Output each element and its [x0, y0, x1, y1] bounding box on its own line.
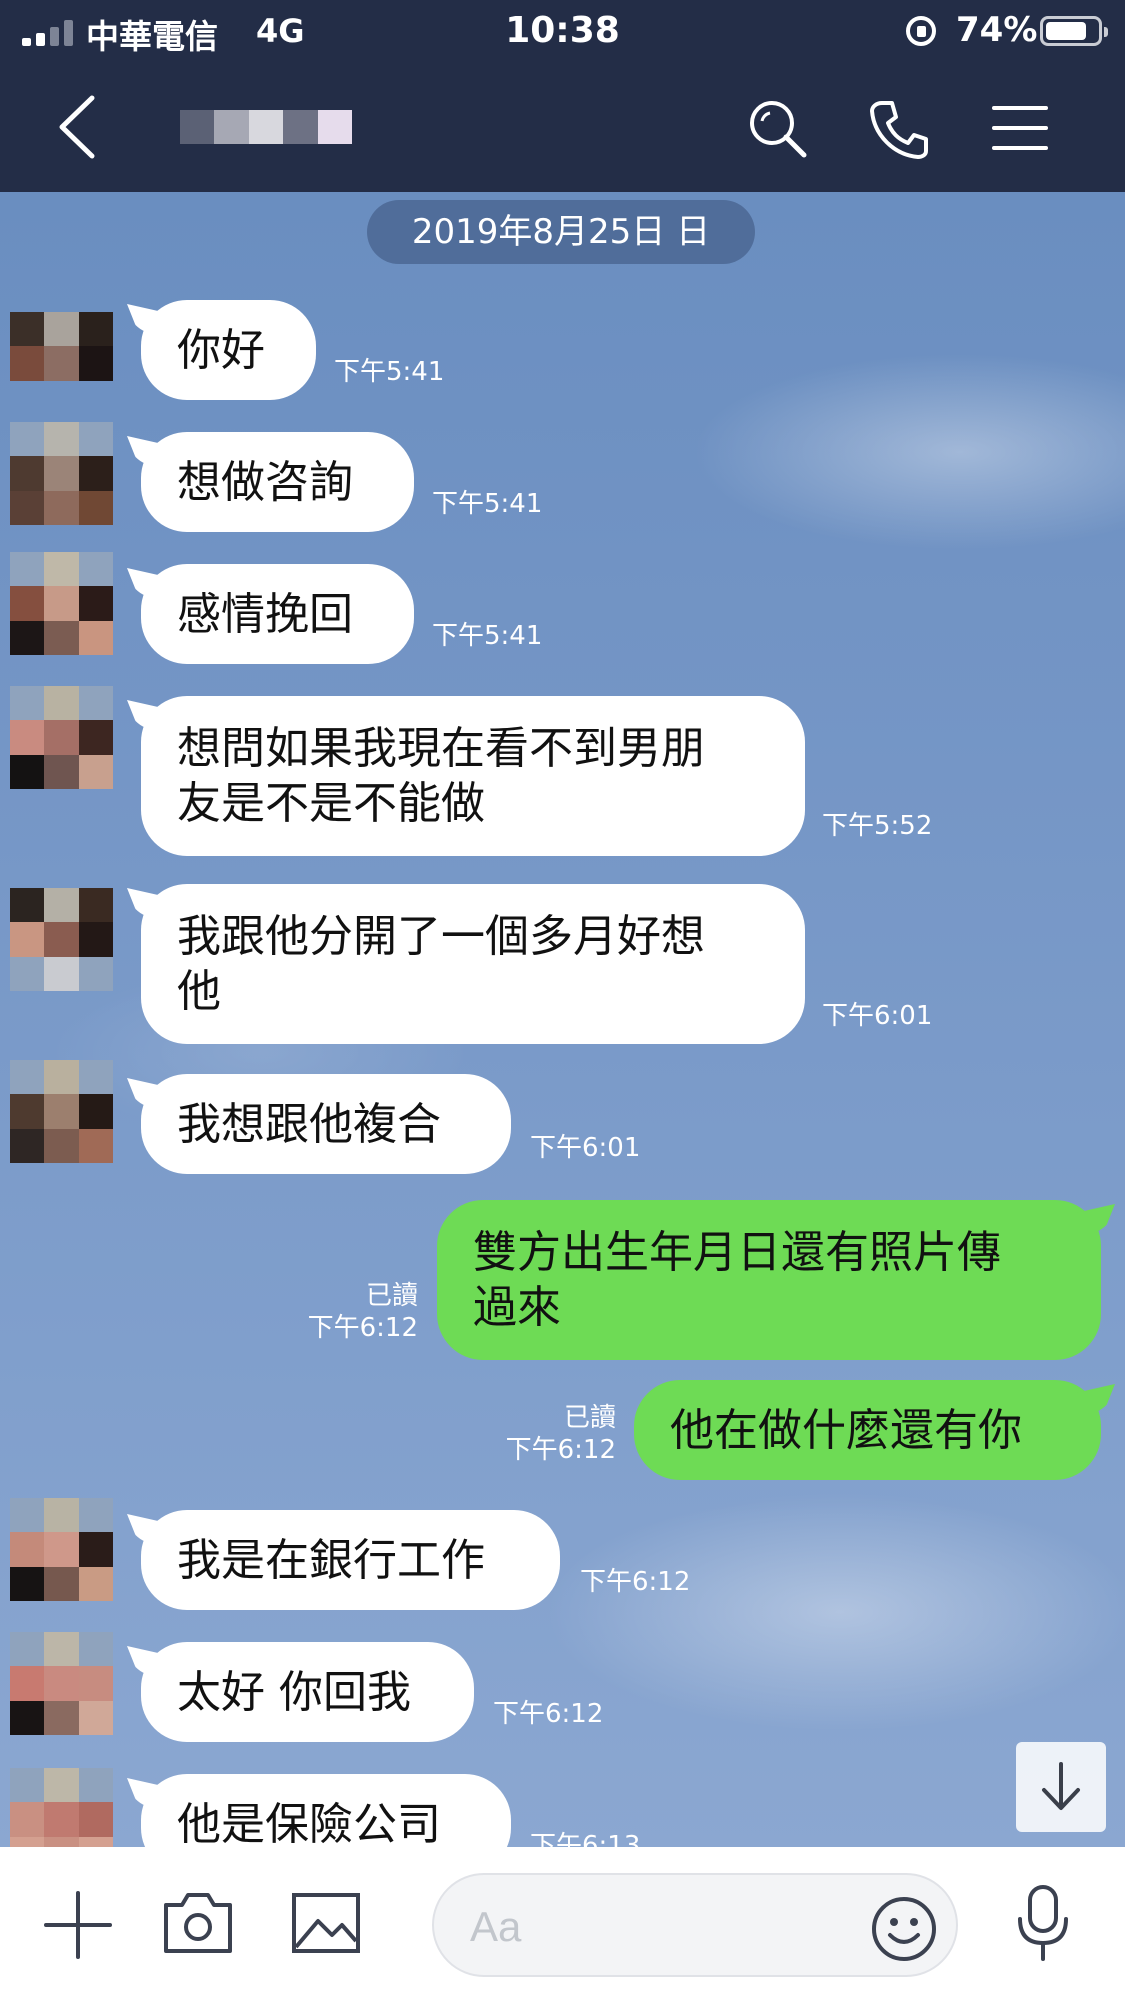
message-text-line: 過來 — [473, 1282, 561, 1333]
message-bubble-incoming[interactable]: 我想跟他複合 — [141, 1074, 511, 1174]
message-time: 下午6:12 — [580, 1567, 691, 1597]
message-text-line: 雙方出生年月日還有照片傳 — [473, 1227, 1001, 1278]
plus-icon[interactable] — [42, 1889, 114, 1961]
battery-icon — [1040, 16, 1108, 46]
status-bar: 中華電信 4G 10:38 74% — [0, 0, 1125, 62]
message-time: 下午6:12 — [493, 1699, 604, 1729]
input-bar — [0, 1847, 1125, 2001]
message-bubble-outgoing[interactable]: 雙方出生年月日還有照片傳 過來 — [437, 1200, 1101, 1360]
camera-icon[interactable] — [162, 1891, 234, 1955]
search-icon[interactable] — [746, 97, 810, 161]
contact-avatar[interactable] — [10, 888, 113, 991]
microphone-icon[interactable] — [1012, 1883, 1074, 1963]
contact-avatar[interactable] — [10, 422, 113, 525]
menu-icon[interactable] — [990, 102, 1050, 154]
emoji-icon[interactable] — [870, 1895, 938, 1963]
message-time: 下午5:52 — [822, 811, 933, 841]
message-bubble-incoming[interactable]: 我是在銀行工作 — [141, 1510, 560, 1610]
contact-avatar[interactable] — [10, 1498, 113, 1601]
message-text-line: 友是不是不能做 — [177, 778, 485, 829]
message-text: 我想跟他複合 — [177, 1098, 441, 1150]
message-input-container[interactable] — [432, 1873, 958, 1977]
battery-percent: 74% — [956, 10, 1038, 50]
message-text: 太好 你回我 — [177, 1666, 411, 1718]
message-time: 下午6:13 — [530, 1831, 641, 1847]
message-bubble-incoming[interactable]: 太好 你回我 — [141, 1642, 474, 1742]
contact-avatar[interactable] — [10, 552, 113, 655]
message-text-line: 想問如果我現在看不到男朋 — [177, 723, 705, 774]
chat-header — [0, 62, 1125, 192]
chat-area[interactable]: 2019年8月25日 日 你好 下午5:41 想做咨詢 下午5:41 感情挽回 … — [0, 192, 1125, 1847]
message-time: 下午5:41 — [432, 621, 543, 651]
message-bubble-incoming[interactable]: 我跟他分開了一個多月好想 他 — [141, 884, 805, 1044]
back-icon[interactable] — [52, 92, 102, 162]
message-bubble-incoming[interactable]: 你好 — [141, 300, 316, 400]
arrow-down-icon — [1042, 1762, 1080, 1810]
contact-avatar[interactable] — [10, 1632, 113, 1735]
read-receipt: 已讀 — [365, 1281, 418, 1311]
contact-avatar[interactable] — [10, 1060, 113, 1163]
contact-avatar[interactable] — [10, 1768, 113, 1847]
message-bubble-incoming[interactable]: 他是保險公司 — [141, 1774, 511, 1847]
message-text-line: 我跟他分開了一個多月好想 — [177, 911, 705, 962]
message-text: 感情挽回 — [177, 588, 353, 640]
scroll-to-bottom-button[interactable] — [1016, 1742, 1106, 1832]
message-text: 想做咨詢 — [177, 456, 353, 508]
message-time: 下午5:41 — [432, 489, 543, 519]
message-text: 他在做什麼還有你 — [670, 1404, 1022, 1456]
message-time: 下午6:12 — [505, 1435, 616, 1465]
message-bubble-incoming[interactable]: 想問如果我現在看不到男朋 友是不是不能做 — [141, 696, 805, 856]
message-bubble-incoming[interactable]: 想做咨詢 — [141, 432, 414, 532]
message-text-line: 他 — [177, 966, 221, 1017]
image-icon[interactable] — [290, 1891, 362, 1955]
date-separator: 2019年8月25日 日 — [367, 200, 755, 264]
contact-avatar[interactable] — [10, 686, 113, 789]
message-input[interactable] — [470, 1899, 850, 1955]
phone-icon[interactable] — [868, 97, 932, 161]
message-text: 我是在銀行工作 — [177, 1534, 485, 1586]
message-time: 下午6:01 — [822, 1001, 933, 1031]
message-bubble-incoming[interactable]: 感情挽回 — [141, 564, 414, 664]
message-text: 你好 — [177, 324, 265, 376]
message-time: 下午6:12 — [307, 1313, 418, 1343]
read-receipt: 已讀 — [563, 1403, 616, 1433]
rotation-lock-icon — [906, 16, 936, 46]
contact-name-pixelated[interactable] — [180, 110, 353, 144]
message-time: 下午6:01 — [530, 1133, 641, 1163]
message-text: 他是保險公司 — [177, 1798, 441, 1848]
message-bubble-outgoing[interactable]: 他在做什麼還有你 — [634, 1380, 1101, 1480]
message-time: 下午5:41 — [334, 357, 445, 387]
top-bar: 中華電信 4G 10:38 74% — [0, 0, 1125, 192]
contact-avatar[interactable] — [10, 312, 113, 415]
